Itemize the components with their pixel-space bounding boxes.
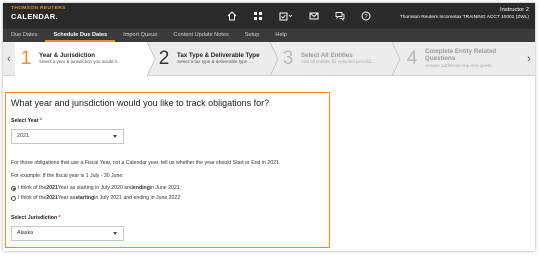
- radio2-year: 2021: [46, 195, 58, 201]
- home-icon[interactable]: [225, 9, 239, 22]
- step-3-chevron: [391, 42, 401, 76]
- nav-schedule-due-dates[interactable]: Schedule Due Dates: [45, 29, 116, 42]
- radio-fiscal-starting[interactable]: I think of the 2021 Year as starting in …: [11, 195, 180, 201]
- select-jurisdiction-label-text: Select Jurisdiction: [11, 215, 58, 221]
- select-year-label-text: Select Year: [11, 118, 39, 124]
- panel-question: What year and jurisdiction would you lik…: [11, 98, 270, 108]
- chevron-down-icon: [113, 135, 117, 138]
- step-1[interactable]: 1 Year & Jurisdiction Select a year & ju…: [15, 42, 147, 76]
- radio2-text-c: in July 2021 and ending in June 2022: [94, 195, 181, 201]
- fiscal-year-note: For those obligations that use a Fiscal …: [11, 160, 281, 166]
- step-4-number: 4: [406, 48, 418, 69]
- step-1-chevron: [146, 42, 156, 76]
- chevron-down-icon: [113, 232, 117, 235]
- required-mark: *: [40, 118, 43, 124]
- radio1-text-a: I think of the: [18, 185, 47, 191]
- radio-button-selected[interactable]: [11, 185, 16, 191]
- step-3[interactable]: 3 Select All Entities Add all entities f…: [281, 42, 399, 76]
- jurisdiction-select-value: Alaska: [17, 230, 34, 236]
- step-2-title: Tax Type & Deliverable Type: [177, 51, 260, 59]
- step-4-desc: Answer additional required questi...: [425, 62, 496, 68]
- help-icon[interactable]: ?: [359, 9, 373, 22]
- year-jurisdiction-panel: What year and jurisdiction would you lik…: [5, 92, 330, 248]
- stepper-prev-arrow[interactable]: ‹: [3, 42, 15, 76]
- main-nav: Due Dates Schedule Due Dates Import Queu…: [3, 29, 535, 42]
- stepper-next-arrow[interactable]: ›: [523, 42, 535, 76]
- step-2[interactable]: 2 Tax Type & Deliverable Type Select a t…: [157, 42, 281, 76]
- wizard-stepper: ‹ 1 Year & Jurisdiction Select a year & …: [3, 42, 535, 76]
- nav-help[interactable]: Help: [267, 29, 295, 42]
- user-account: Thomson Reuters Incometax TRAINING ACCT …: [399, 15, 529, 21]
- step-2-number: 2: [158, 48, 170, 69]
- svg-text:?: ?: [364, 14, 367, 20]
- step-3-desc: Add all entities for selected jurisdict.…: [301, 59, 376, 65]
- nav-import-queue[interactable]: Import Queue: [115, 29, 165, 42]
- top-header: THOMSON REUTERS CALENDAR. ? Instructor 2…: [3, 3, 535, 29]
- user-name: Instructor 2: [500, 7, 529, 13]
- chat-icon[interactable]: [333, 9, 347, 22]
- step-2-chevron: [269, 42, 279, 76]
- app-window: THOMSON REUTERS CALENDAR. ? Instructor 2…: [3, 3, 535, 251]
- step-1-number: 1: [20, 48, 32, 69]
- step-1-desc: Select a year & jurisdiction you would l…: [39, 59, 121, 65]
- fiscal-example-note: For example: If the fiscal year is 1 Jul…: [11, 173, 124, 179]
- select-jurisdiction-label: Select Jurisdiction *: [11, 215, 61, 221]
- nav-setup[interactable]: Setup: [237, 29, 268, 42]
- year-select-value: 2021: [17, 133, 29, 139]
- step-4[interactable]: 4 Complete Entity Related Questions Answ…: [405, 42, 517, 76]
- radio1-year: 2021: [46, 185, 58, 191]
- step-1-title: Year & Jurisdiction: [39, 51, 96, 59]
- envelope-icon[interactable]: [307, 9, 321, 22]
- header-icon-bar: ?: [225, 9, 373, 22]
- select-year-label: Select Year *: [11, 118, 42, 124]
- radio1-text-c: in June 2021: [149, 185, 180, 191]
- radio1-ending: ending: [132, 185, 150, 191]
- step-4-title: Complete Entity Related Questions: [425, 48, 497, 63]
- nav-content-update-notes[interactable]: Content Update Notes: [165, 29, 236, 42]
- jurisdiction-select[interactable]: Alaska: [11, 226, 124, 241]
- brand-logo[interactable]: THOMSON REUTERS CALENDAR.: [11, 6, 66, 21]
- required-mark: *: [58, 215, 61, 221]
- radio-button[interactable]: [11, 195, 16, 201]
- radio2-text-a: I think of the: [18, 195, 47, 201]
- step-3-number: 3: [282, 48, 294, 69]
- step-3-title: Select All Entities: [301, 51, 353, 59]
- grid-icon[interactable]: [251, 9, 265, 22]
- radio-fiscal-ending[interactable]: I think of the 2021 Year as starting in …: [11, 185, 180, 191]
- radio2-text-b: Year as: [57, 195, 76, 201]
- nav-due-dates[interactable]: Due Dates: [3, 29, 45, 42]
- user-info[interactable]: Instructor 2 Thomson Reuters Incometax T…: [400, 7, 529, 21]
- radio1-text-b: Year as starting in July 2020 and: [57, 185, 133, 191]
- radio2-starting: starting: [75, 195, 95, 201]
- brand-line2: CALENDAR.: [11, 11, 58, 21]
- calendar-check-icon[interactable]: [277, 9, 295, 22]
- step-2-desc: Select a tax type & deliverable type ...: [177, 59, 253, 65]
- year-select[interactable]: 2021: [11, 129, 124, 144]
